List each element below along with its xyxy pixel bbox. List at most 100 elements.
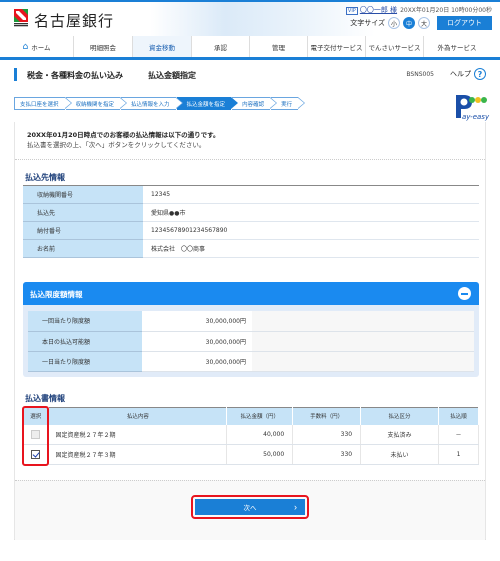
table-row: お名前 株式会社 〇〇商事: [23, 239, 479, 258]
nav-management[interactable]: 管理: [250, 36, 308, 57]
help-link[interactable]: ヘルプ ?: [450, 68, 486, 80]
limit-value: 30,000,000円: [142, 331, 252, 352]
table-row: 本日の払込可能額 30,000,000円: [28, 331, 474, 352]
font-size-medium-button[interactable]: 中: [403, 17, 415, 29]
payee-label: 収納機関番号: [23, 185, 143, 204]
home-icon: ⌂: [22, 41, 29, 52]
page-title-bar: 税金・各種料金の払い込み 払込金額指定 BSNS005 ヘルプ ?: [14, 68, 486, 82]
table-row: 固定資産税２７年３期 50,000 330 未払い 1: [23, 444, 480, 465]
bill-order: －: [438, 424, 480, 445]
nav-home[interactable]: ⌂ ホーム: [0, 36, 74, 57]
nav-approval[interactable]: 承認: [192, 36, 250, 57]
limit-section-title: 払込限度額情報: [30, 290, 83, 299]
logout-button[interactable]: ログアウト: [437, 16, 492, 30]
screen-id: BSNS005: [406, 71, 434, 78]
limit-info-header[interactable]: 払込限度額情報: [23, 282, 479, 305]
button-area: 次へ ›: [15, 480, 485, 540]
payee-label: 払込先: [23, 203, 143, 222]
page-title: 税金・各種料金の払い込み: [27, 71, 123, 80]
font-size-control: 文字サイズ 小 中 大 ログアウト: [350, 16, 492, 30]
table-row: 納付番号 12345678901234567890: [23, 221, 479, 240]
bill-status: 支払済み: [360, 424, 439, 445]
nav-fund-transfer[interactable]: 資金移動: [133, 36, 192, 57]
table-row: 一日当たり限度額 30,000,000円: [28, 351, 474, 372]
step-specify-amount: 払込金額を指定: [176, 97, 238, 110]
bill-fee: 330: [292, 424, 362, 445]
payee-label: 納付番号: [23, 221, 143, 240]
header: 名古屋銀行 VIP 〇〇一郎 様 20XX年01月20日 10時00分00秒 文字サ…: [0, 2, 500, 36]
content-panel: 20XX年01月20日時点でのお客様の払込情報は以下の通りです。 払込書を選択の…: [14, 122, 486, 540]
table-row: 収納機関番号 12345: [23, 185, 479, 204]
nav-label: 資金移動: [149, 43, 175, 52]
user-info: VIP 〇〇一郎 様 20XX年01月20日 10時00分00秒: [345, 5, 492, 15]
table-header-row: 選択 払込内容 払込金額（円） 手数料（円） 払込区分 払込順: [23, 407, 480, 425]
table-row: 払込先 愛知県●●市: [23, 203, 479, 222]
nav-e-delivery[interactable]: 電子交付サービス: [308, 36, 366, 57]
limit-value: 30,000,000円: [142, 351, 252, 372]
nav-densai[interactable]: でんさいサービス: [366, 36, 424, 57]
bank-logo-icon: [14, 9, 28, 27]
svg-text:ay-easy: ay-easy: [462, 113, 490, 121]
limit-value: 30,000,000円: [142, 311, 252, 332]
limit-info-panel: 払込限度額情報 一回当たり限度額 30,000,000円 本日の払込可能額 30,0…: [23, 282, 479, 377]
step-enter-info: 払込情報を入力: [121, 97, 183, 110]
next-button-label: 次へ: [243, 505, 257, 512]
nav-label: ホーム: [31, 43, 51, 52]
payee-table: 収納機関番号 12345 払込先 愛知県●●市 納付番号 12345678901234…: [23, 185, 479, 258]
bank-name: 名古屋銀行: [34, 12, 115, 30]
font-size-small-button[interactable]: 小: [388, 17, 400, 29]
column-header-content: 払込内容: [48, 407, 228, 425]
help-label: ヘルプ: [450, 70, 471, 78]
chevron-right-icon: ›: [294, 502, 297, 512]
select-column-highlight: [22, 406, 49, 466]
payee-value: 愛知県●●市: [143, 203, 479, 222]
title-marker: [14, 68, 17, 81]
nav-forex[interactable]: 外為サービス: [424, 36, 490, 57]
font-size-label: 文字サイズ: [350, 19, 385, 27]
font-size-large-button[interactable]: 大: [418, 17, 430, 29]
next-button[interactable]: 次へ ›: [195, 499, 305, 515]
divider: [15, 159, 485, 160]
intro-text-instruction: 払込書を選択の上、「次へ」ボタンをクリックしてください。: [27, 141, 206, 149]
payee-value: 株式会社 〇〇商事: [143, 239, 479, 258]
limit-label: 本日の払込可能額: [28, 331, 142, 352]
nav-label: 外為サービス: [437, 43, 477, 52]
column-header-status: 払込区分: [360, 407, 439, 425]
intro-text-date: 20XX年01月20日時点でのお客様の払込情報は以下の通りです。: [27, 131, 220, 139]
limit-table: 一回当たり限度額 30,000,000円 本日の払込可能額 30,000,000円 …: [28, 311, 474, 372]
bills-table: 選択 払込内容 払込金額（円） 手数料（円） 払込区分 払込順 固定資産税２７年…: [23, 407, 480, 465]
step-specify-agency: 収納機関を指定: [65, 97, 127, 110]
nav-label: 電子交付サービス: [310, 43, 363, 52]
nav-label: 管理: [272, 43, 285, 52]
next-button-highlight: 次へ ›: [191, 495, 309, 519]
limit-label: 一日当たり限度額: [28, 351, 142, 372]
column-header-fee: 手数料（円）: [292, 407, 362, 425]
pay-easy-logo-icon: ay-easy: [456, 95, 490, 121]
table-row: 固定資産税２７年２期 40,000 330 支払済み －: [23, 424, 480, 445]
step-select-account: 支払口座を選択: [14, 97, 71, 110]
bill-content: 固定資産税２７年２期: [48, 424, 228, 445]
bill-content: 固定資産税２７年３期: [48, 444, 228, 465]
bills-section-title: 払込書情報: [25, 394, 65, 403]
payee-label: お名前: [23, 239, 143, 258]
page-subtitle: 払込金額指定: [148, 71, 196, 80]
main-nav: ⌂ ホーム 明細照会 資金移動 承認 管理 電子交付サービス でんさいサービス …: [0, 36, 500, 60]
column-header-amount: 払込金額（円）: [226, 407, 294, 425]
bill-order: 1: [438, 444, 480, 465]
bill-fee: 330: [292, 444, 362, 465]
nav-label: 明細照会: [90, 43, 116, 52]
payee-value: 12345678901234567890: [143, 221, 479, 240]
progress-steps: 支払口座を選択 収納機関を指定 払込情報を入力 払込金額を指定 内容確認 実行: [14, 97, 306, 110]
nav-label: 承認: [214, 43, 227, 52]
limit-label: 一回当たり限度額: [28, 311, 142, 332]
column-header-order: 払込順: [438, 407, 480, 425]
bill-status: 未払い: [360, 444, 439, 465]
help-icon: ?: [474, 68, 486, 80]
collapse-icon[interactable]: [458, 287, 471, 300]
user-badge: VIP: [345, 7, 358, 15]
login-timestamp: 20XX年01月20日 10時00分00秒: [400, 7, 492, 14]
nav-statement[interactable]: 明細照会: [74, 36, 133, 57]
bill-amount: 40,000: [226, 424, 294, 445]
table-row: 一回当たり限度額 30,000,000円: [28, 311, 474, 332]
user-name-link[interactable]: 〇〇一郎 様: [360, 6, 397, 14]
